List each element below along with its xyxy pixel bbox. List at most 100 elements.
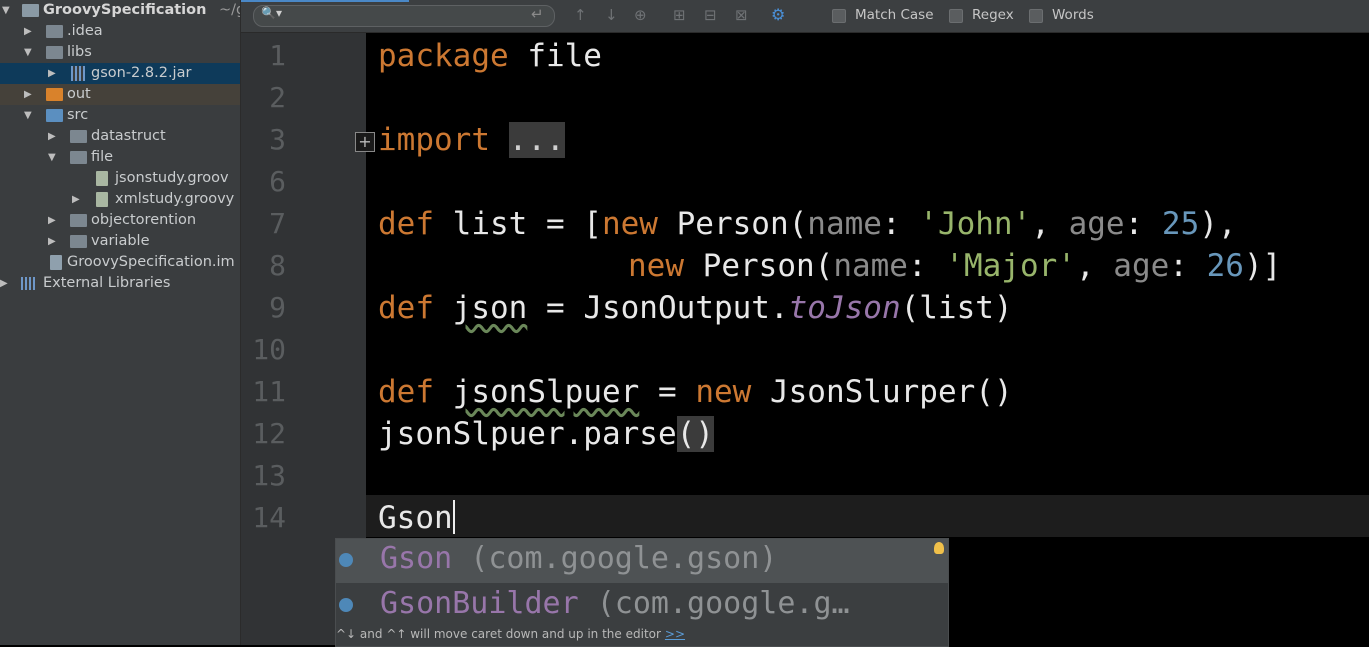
jar-icon [71,66,85,81]
collapse-arrow-icon[interactable]: ▶ [0,273,8,294]
code-line-9: def json = JsonOutput.toJson(list) [378,287,1013,329]
tree-item-label: libs [67,44,92,60]
expand-arrow-icon[interactable]: ▼ [2,0,10,21]
code-text: = [639,374,696,410]
library-icon [21,277,37,290]
hint-text: ^↓ and ^↑ will move caret down and up in… [336,627,661,641]
tree-item-file[interactable]: ▼ file [0,147,240,168]
search-input[interactable] [253,5,555,27]
keyword: def [378,374,434,410]
regex-label[interactable]: Regex [972,7,1014,23]
expand-fold-icon[interactable]: + [355,132,375,152]
code-text: : [1124,206,1162,242]
keyword: new [601,206,658,242]
completion-item[interactable]: GsonBuilder (com.google.g… [336,584,948,628]
code-text: = JsonOutput. [527,290,789,326]
add-selection-icon[interactable]: ⊞ [673,6,686,24]
completion-item[interactable]: Gson (com.google.gson) [336,539,948,583]
tree-item-idea[interactable]: ▶ .idea [0,21,240,42]
tree-item-jsonstudy[interactable]: jsonstudy.groov [0,168,240,189]
code-text: (list) [900,290,1013,326]
code-text: , [1031,206,1069,242]
previous-occurrence-icon[interactable]: ↑ [574,6,587,24]
code-text: : [1169,248,1207,284]
completion-label: Gson (com.google.gson) [380,541,777,576]
regex-checkbox[interactable] [949,9,963,23]
tree-item-label: objectorention [91,212,197,228]
tree-item-gson-jar[interactable]: ▶ gson-2.8.2.jar [0,63,240,84]
project-folder-icon [22,4,39,17]
enter-icon: ↵ [531,5,544,23]
keyword: import [378,122,490,158]
project-panel: ▼ GroovySpecification ~/g ▶ .idea ▼ libs… [0,0,241,645]
folder-icon [46,46,63,59]
collapse-arrow-icon[interactable]: ▶ [72,189,80,210]
unused-variable: json [452,290,528,326]
package-folder-icon [70,151,87,164]
tree-item-out[interactable]: ▶ out [0,84,240,105]
expand-arrow-icon[interactable]: ▼ [48,147,56,168]
select-all-occurrences-icon[interactable]: ⊠ [735,6,748,24]
collapse-arrow-icon[interactable]: ▶ [24,84,32,105]
param-name: age [1113,248,1170,284]
tree-item-src[interactable]: ▼ src [0,105,240,126]
remove-selection-icon[interactable]: ⊟ [704,6,717,24]
lightbulb-icon[interactable] [934,542,944,554]
find-in-path-icon[interactable]: ⊕ [634,6,647,24]
tree-item-label: xmlstudy.groovy [115,191,235,207]
find-bar: 🔍▾ ↵ ↑ ↓ ⊕ ⊞ ⊟ ⊠ ⚙ Match Case Regex Word… [241,0,1369,33]
string-literal: 'Major' [945,248,1076,284]
next-occurrence-icon[interactable]: ↓ [605,6,618,24]
match-case-checkbox[interactable] [832,9,846,23]
tree-item-variable[interactable]: ▶ variable [0,231,240,252]
tree-item-libs[interactable]: ▼ libs [0,42,240,63]
line-number: 1 [269,39,286,72]
line-number: 11 [252,375,286,408]
tree-item-external-libraries[interactable]: ▶ External Libraries [0,273,240,294]
folder-icon [46,88,63,101]
collapse-arrow-icon[interactable]: ▶ [48,126,56,147]
collapse-arrow-icon[interactable]: ▶ [48,63,56,84]
line-number: 8 [269,249,286,282]
expand-arrow-icon[interactable]: ▼ [24,105,32,126]
static-method: toJson [788,290,901,326]
settings-gear-icon[interactable]: ⚙ [771,5,785,24]
code-line-14: Gson [378,497,455,539]
collapse-arrow-icon[interactable]: ▶ [24,21,32,42]
tree-item-label: External Libraries [43,275,171,291]
code-text: Person( [657,206,808,242]
match-case-label[interactable]: Match Case [855,7,934,23]
tree-item-iml[interactable]: GroovySpecification.im [0,252,240,273]
project-root-label: GroovySpecification [43,2,207,18]
folded-imports[interactable]: ... [508,122,565,158]
string-literal: 'John' [919,206,1032,242]
hint-more-link[interactable]: >> [665,627,685,641]
line-number: 2 [269,81,286,114]
tree-item-objectorention[interactable]: ▶ objectorention [0,210,240,231]
expand-arrow-icon[interactable]: ▼ [24,42,32,63]
param-name: name [833,248,908,284]
tree-item-label: variable [91,233,150,249]
collapse-arrow-icon[interactable]: ▶ [48,210,56,231]
tree-item-label: datastruct [91,128,166,144]
param-name: name [807,206,882,242]
keyword: def [378,290,434,326]
words-checkbox[interactable] [1029,9,1043,23]
collapse-arrow-icon[interactable]: ▶ [48,231,56,252]
tree-item-datastruct[interactable]: ▶ datastruct [0,126,240,147]
completion-package: (com.google.gson) [452,541,778,576]
keyword: package [378,38,509,74]
class-icon [339,598,353,612]
package-folder-icon [70,214,87,227]
code-line-11: def jsonSlpuer = new JsonSlurper() [378,371,1013,413]
tree-item-xmlstudy[interactable]: ▶ xmlstudy.groovy [0,189,240,210]
search-icon[interactable]: 🔍▾ [261,6,282,20]
project-root-path: ~/g [219,2,240,18]
folder-icon [46,25,63,38]
words-label[interactable]: Words [1052,7,1094,23]
code-text: ), [1199,206,1237,242]
tree-root[interactable]: ▼ GroovySpecification ~/g [0,0,240,21]
completion-hint: ^↓ and ^↑ will move caret down and up in… [336,627,685,641]
line-number: 3 [269,123,286,156]
module-file-icon [50,255,62,270]
